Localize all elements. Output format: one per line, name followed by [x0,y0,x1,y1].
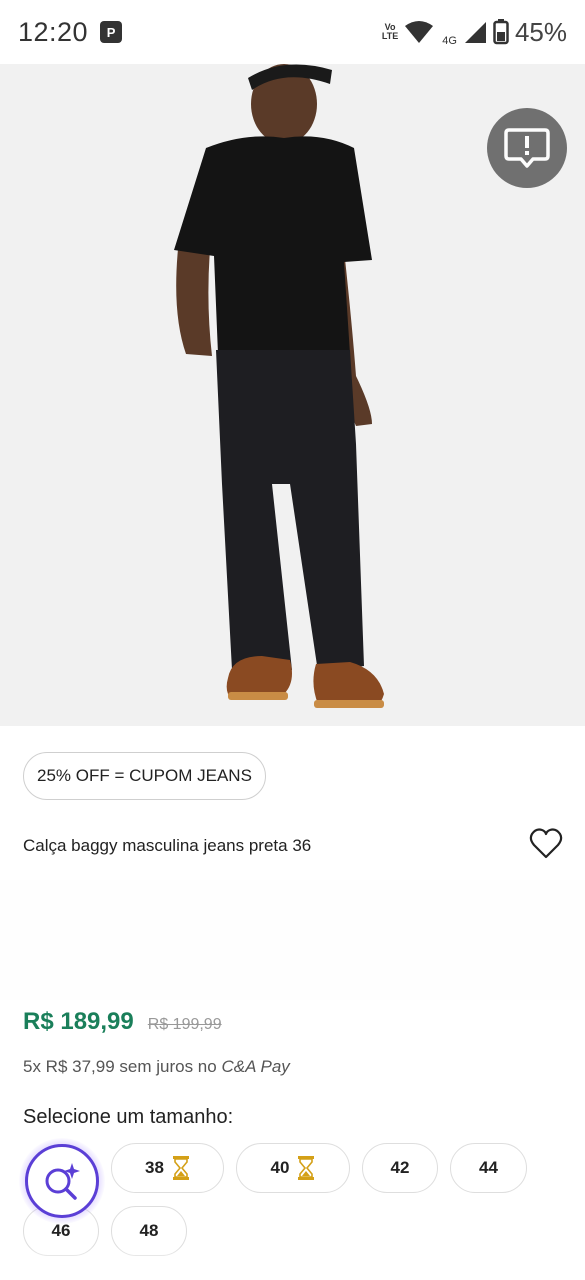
volte-icon: Vo LTE [382,23,398,41]
size-option-38[interactable]: 38 [111,1143,224,1193]
content-placeholder [0,880,585,1000]
wifi-icon [405,21,434,43]
installments-brand: C&A Pay [221,1057,290,1076]
report-button[interactable] [487,108,567,188]
size-option-44[interactable]: 44 [450,1143,527,1193]
price-old: R$ 199,99 [147,1016,222,1033]
price-row: R$ 189,99 R$ 199,99 [23,1008,222,1036]
price-current: R$ 189,99 [23,1008,134,1035]
size-heading: Selecione um tamanho: [23,1106,234,1128]
network-type: 4G [442,34,457,47]
size-label: 44 [479,1158,498,1177]
product-title: Calça baggy masculina jeans preta 36 [23,836,312,855]
sparkle-search-icon [45,1163,80,1200]
heart-icon[interactable] [528,826,564,862]
size-label: 46 [51,1221,71,1240]
ai-search-button[interactable] [19,1138,105,1224]
ai-search-button-inner [25,1144,99,1218]
product-image[interactable] [0,64,585,726]
volte-bottom: LTE [381,31,399,41]
size-option-40[interactable]: 40 [236,1143,350,1193]
coupon-chip[interactable]: 25% OFF = CUPOM JEANS [23,752,266,800]
notification-icon: P [100,21,123,43]
battery-percentage: 45% [514,16,567,47]
size-label: 42 [390,1158,410,1177]
hourglass-icon [172,1156,189,1180]
battery-icon [493,19,509,45]
signal-icon [464,22,486,43]
installments-info: 5x R$ 37,99 sem juros no C&A Pay [23,1057,290,1077]
installments-text: 5x R$ 37,99 sem juros no [23,1057,222,1076]
size-option-42[interactable]: 42 [362,1143,438,1193]
status-bar: 12:20 P Vo LTE 4G 45% [0,0,585,64]
status-time: 12:20 [18,16,89,47]
size-label: 38 [145,1158,164,1177]
hourglass-icon [298,1156,315,1180]
size-label: 40 [270,1158,290,1177]
report-alert-icon [504,128,550,168]
bottom-fade [0,1246,585,1280]
status-indicators: Vo LTE 4G 45% [382,17,567,48]
size-label: 48 [139,1221,159,1240]
